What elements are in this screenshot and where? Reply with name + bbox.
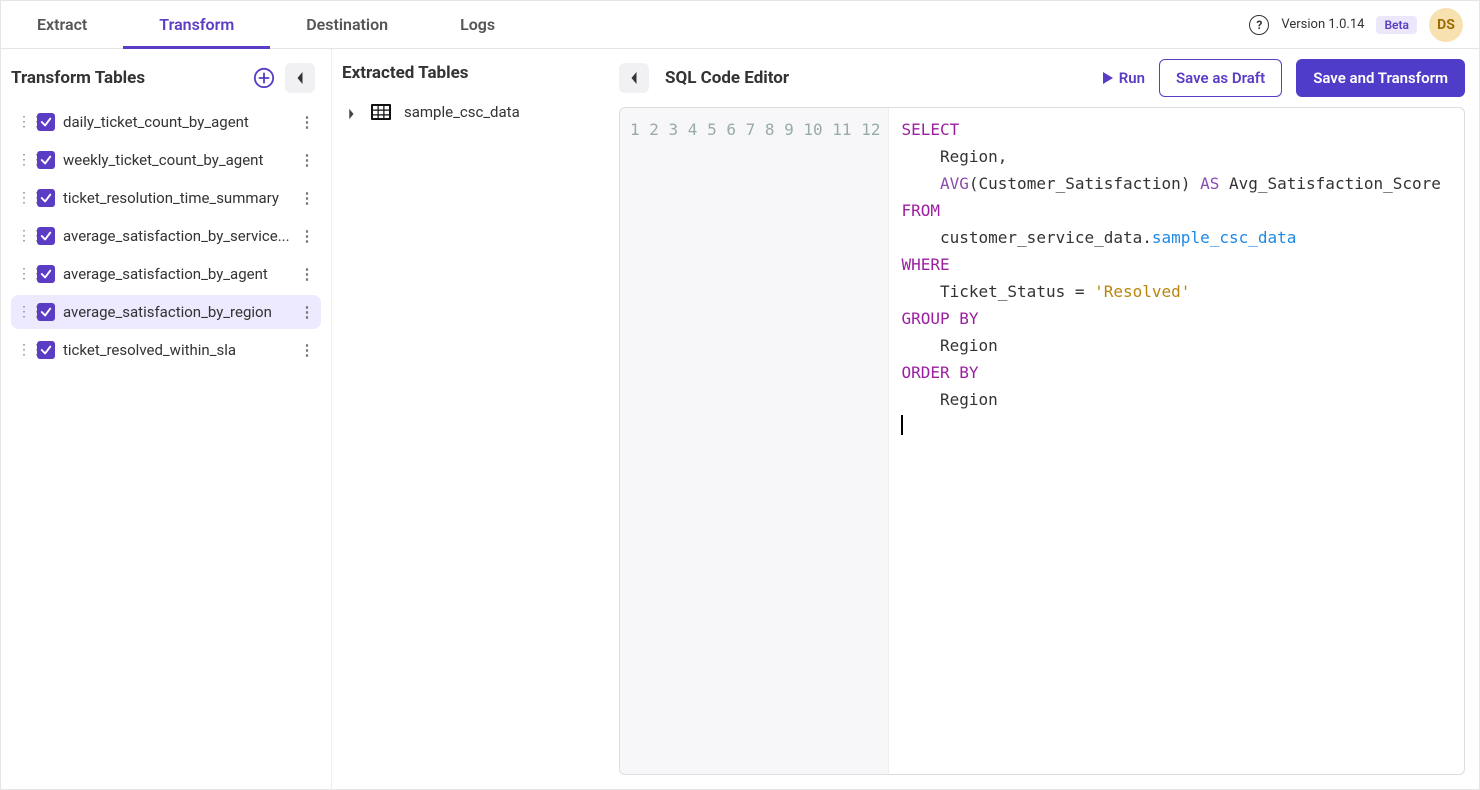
transform-table-row[interactable]: weekly_ticket_count_by_agent: [11, 143, 321, 177]
tab-transform[interactable]: Transform: [123, 1, 270, 48]
table-name-label: average_satisfaction_by_service...: [63, 227, 291, 245]
drag-handle-icon[interactable]: [17, 114, 29, 130]
table-more-button[interactable]: [299, 227, 315, 245]
transform-table-row[interactable]: average_satisfaction_by_agent: [11, 257, 321, 291]
table-more-button[interactable]: [299, 303, 315, 321]
extracted-table-list: sample_csc_data: [342, 95, 599, 129]
topbar-right: ? Version 1.0.14 Beta DS: [1249, 8, 1463, 42]
beta-badge: Beta: [1376, 16, 1417, 34]
transform-table-row[interactable]: daily_ticket_count_by_agent: [11, 105, 321, 139]
main-tabs: Extract Transform Destination Logs: [1, 1, 531, 48]
extracted-panel-title: Extracted Tables: [342, 63, 469, 83]
drag-handle-icon[interactable]: [17, 342, 29, 358]
table-checkbox[interactable]: [37, 265, 55, 283]
transform-panel-header: Transform Tables: [11, 63, 321, 93]
table-icon: [370, 101, 392, 123]
table-name-label: average_satisfaction_by_agent: [63, 265, 291, 283]
editor-actions: Run Save as Draft Save and Transform: [1103, 59, 1465, 97]
table-checkbox[interactable]: [37, 151, 55, 169]
drag-handle-icon[interactable]: [17, 152, 29, 168]
version-label: Version 1.0.14: [1281, 17, 1364, 32]
transform-tables-panel: Transform Tables daily_ticket_count_by_a…: [1, 49, 331, 789]
extracted-panel-header: Extracted Tables: [342, 63, 599, 83]
avatar[interactable]: DS: [1429, 8, 1463, 42]
table-checkbox[interactable]: [37, 303, 55, 321]
extracted-tables-panel: Extracted Tables sample_csc_data: [331, 49, 609, 789]
drag-handle-icon[interactable]: [17, 228, 29, 244]
table-checkbox[interactable]: [37, 113, 55, 131]
play-icon: [1103, 72, 1113, 84]
transform-table-row[interactable]: average_satisfaction_by_service...: [11, 219, 321, 253]
collapse-transform-panel-button[interactable]: [285, 63, 315, 93]
editor-header: SQL Code Editor Run Save as Draft Save a…: [619, 59, 1465, 97]
extracted-table-row[interactable]: sample_csc_data: [342, 95, 599, 129]
table-more-button[interactable]: [299, 151, 315, 169]
table-checkbox[interactable]: [37, 189, 55, 207]
run-button[interactable]: Run: [1103, 69, 1145, 87]
save-transform-button[interactable]: Save and Transform: [1296, 59, 1465, 97]
code-editor[interactable]: 1 2 3 4 5 6 7 8 9 10 11 12 SELECT Region…: [619, 107, 1465, 775]
save-draft-button[interactable]: Save as Draft: [1159, 59, 1282, 97]
tab-extract[interactable]: Extract: [1, 1, 123, 48]
table-more-button[interactable]: [299, 113, 315, 131]
drag-handle-icon[interactable]: [17, 190, 29, 206]
help-icon[interactable]: ?: [1249, 15, 1269, 35]
table-checkbox[interactable]: [37, 227, 55, 245]
topbar: Extract Transform Destination Logs ? Ver…: [1, 1, 1479, 49]
table-more-button[interactable]: [299, 341, 315, 359]
table-name-label: daily_ticket_count_by_agent: [63, 113, 291, 131]
gutter: 1 2 3 4 5 6 7 8 9 10 11 12: [620, 108, 889, 774]
app-shell: Extract Transform Destination Logs ? Ver…: [0, 0, 1480, 790]
drag-handle-icon[interactable]: [17, 266, 29, 282]
chevron-right-icon[interactable]: [346, 106, 358, 118]
table-name-label: weekly_ticket_count_by_agent: [63, 151, 291, 169]
transform-table-list: daily_ticket_count_by_agent weekly_ticket…: [11, 105, 321, 367]
tab-destination[interactable]: Destination: [270, 1, 424, 48]
transform-table-row[interactable]: ticket_resolution_time_summary: [11, 181, 321, 215]
extracted-table-name: sample_csc_data: [404, 103, 520, 121]
transform-table-row[interactable]: average_satisfaction_by_region: [11, 295, 321, 329]
table-name-label: average_satisfaction_by_region: [63, 303, 291, 321]
table-more-button[interactable]: [299, 265, 315, 283]
collapse-editor-panel-button[interactable]: [619, 63, 649, 93]
code-content[interactable]: SELECT Region, AVG(Customer_Satisfaction…: [889, 108, 1464, 774]
table-name-label: ticket_resolution_time_summary: [63, 189, 291, 207]
transform-table-row[interactable]: ticket_resolved_within_sla: [11, 333, 321, 367]
main-area: Transform Tables daily_ticket_count_by_a…: [1, 49, 1479, 789]
table-more-button[interactable]: [299, 189, 315, 207]
drag-handle-icon[interactable]: [17, 304, 29, 320]
run-label: Run: [1119, 69, 1145, 87]
table-checkbox[interactable]: [37, 341, 55, 359]
sql-editor-panel: SQL Code Editor Run Save as Draft Save a…: [609, 49, 1479, 789]
add-table-button[interactable]: [253, 67, 275, 89]
tab-logs[interactable]: Logs: [424, 1, 531, 48]
table-name-label: ticket_resolved_within_sla: [63, 341, 291, 359]
transform-panel-title: Transform Tables: [11, 68, 145, 88]
editor-title: SQL Code Editor: [665, 68, 789, 88]
